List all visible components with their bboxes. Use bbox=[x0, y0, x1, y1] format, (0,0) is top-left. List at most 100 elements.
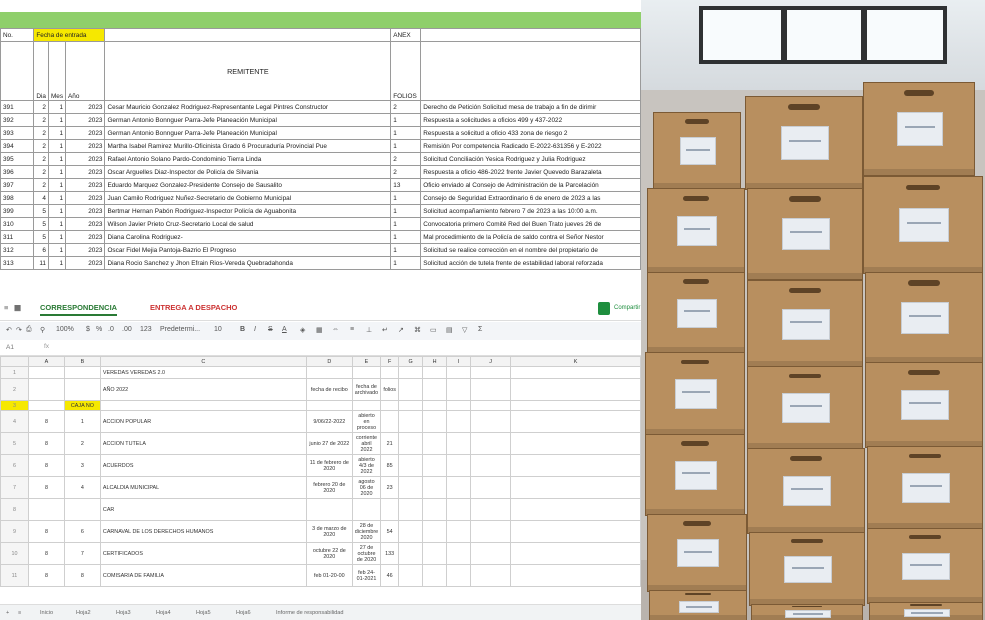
empty-cell[interactable] bbox=[398, 410, 424, 433]
empty-cell[interactable] bbox=[422, 520, 448, 543]
cell-d[interactable]: octubre 22 de 2020 bbox=[305, 542, 353, 565]
empty-cell[interactable] bbox=[422, 432, 448, 455]
col-header-g[interactable]: G bbox=[398, 356, 424, 367]
decrease-decimal-button[interactable]: .0 bbox=[108, 326, 114, 333]
empty-cell[interactable] bbox=[422, 542, 448, 565]
print-icon[interactable]: ⎙ bbox=[26, 326, 32, 334]
align-icon[interactable]: ≡ bbox=[350, 326, 354, 333]
sheet-tab-2[interactable]: Hoja2 bbox=[76, 610, 91, 616]
empty-cell[interactable] bbox=[398, 378, 424, 401]
empty-cell[interactable] bbox=[446, 520, 472, 543]
cell-a[interactable]: 8 bbox=[27, 410, 65, 433]
empty-cell[interactable] bbox=[510, 366, 641, 379]
empty-cell[interactable] bbox=[510, 520, 641, 543]
cell-b[interactable]: 3 bbox=[63, 454, 101, 477]
cell-a[interactable] bbox=[27, 378, 65, 401]
cell-d[interactable]: 3 de marzo de 2020 bbox=[305, 520, 353, 543]
cell-f[interactable] bbox=[380, 400, 400, 411]
col-header-h[interactable]: H bbox=[422, 356, 448, 367]
empty-cell[interactable] bbox=[446, 410, 472, 433]
all-sheets-icon[interactable]: ≡ bbox=[18, 610, 21, 616]
col-header-j[interactable]: J bbox=[470, 356, 512, 367]
cell-f[interactable]: 54 bbox=[380, 520, 400, 543]
percent-button[interactable]: % bbox=[96, 326, 102, 333]
share-button[interactable]: Compartir bbox=[614, 305, 640, 311]
paint-format-icon[interactable]: ⚲ bbox=[40, 326, 45, 334]
add-sheet-icon[interactable]: + bbox=[6, 610, 9, 616]
cell-b[interactable] bbox=[63, 378, 101, 401]
empty-cell[interactable] bbox=[446, 366, 472, 379]
empty-cell[interactable] bbox=[398, 366, 424, 379]
cell-c[interactable]: COMISARIA DE FAMILIA bbox=[99, 564, 307, 587]
sheet-tab-1[interactable]: Inicio bbox=[40, 610, 53, 616]
cell-a[interactable]: 8 bbox=[27, 520, 65, 543]
empty-cell[interactable] bbox=[398, 520, 424, 543]
cell-c[interactable]: AÑO 2022 bbox=[99, 378, 307, 401]
empty-cell[interactable] bbox=[422, 410, 448, 433]
cell-f[interactable] bbox=[380, 498, 400, 521]
empty-cell[interactable] bbox=[470, 432, 512, 455]
comment-icon[interactable]: ▭ bbox=[430, 326, 437, 334]
empty-cell[interactable] bbox=[510, 454, 641, 477]
empty-cell[interactable] bbox=[398, 454, 424, 477]
empty-cell[interactable] bbox=[510, 410, 641, 433]
empty-cell[interactable] bbox=[422, 476, 448, 499]
cell-d[interactable] bbox=[305, 400, 353, 411]
cell-b[interactable]: 1 bbox=[63, 410, 101, 433]
empty-cell[interactable] bbox=[446, 400, 472, 411]
font-select[interactable]: Predetermi... bbox=[160, 326, 200, 333]
cell-e[interactable]: 27 de octubre de 2020 bbox=[351, 542, 382, 565]
wrap-icon[interactable]: ↵ bbox=[382, 326, 388, 334]
cell-a[interactable] bbox=[27, 498, 65, 521]
empty-cell[interactable] bbox=[422, 454, 448, 477]
grid-icon[interactable]: ▦ bbox=[14, 303, 21, 312]
cell-c[interactable]: ACCION POPULAR bbox=[99, 410, 307, 433]
functions-icon[interactable]: Σ bbox=[478, 326, 482, 333]
cell-b[interactable]: 4 bbox=[63, 476, 101, 499]
cell-a[interactable] bbox=[27, 366, 65, 379]
cell-a[interactable]: 8 bbox=[27, 454, 65, 477]
empty-cell[interactable] bbox=[470, 366, 512, 379]
col-header-i[interactable]: I bbox=[446, 356, 472, 367]
cell-d[interactable]: junio 27 de 2022 bbox=[305, 432, 353, 455]
col-header-k[interactable]: K bbox=[510, 356, 641, 367]
cell-f[interactable] bbox=[380, 410, 400, 433]
empty-cell[interactable] bbox=[422, 498, 448, 521]
cell-e[interactable]: agosto 06 de 2020 bbox=[351, 476, 382, 499]
empty-cell[interactable] bbox=[510, 432, 641, 455]
cell-d[interactable]: feb 01-20-00 bbox=[305, 564, 353, 587]
cell-e[interactable]: fecha de archivado bbox=[351, 378, 382, 401]
rotate-icon[interactable]: ↗ bbox=[398, 326, 404, 334]
empty-cell[interactable] bbox=[470, 378, 512, 401]
cell-b[interactable]: 6 bbox=[63, 520, 101, 543]
empty-cell[interactable] bbox=[510, 378, 641, 401]
empty-cell[interactable] bbox=[510, 476, 641, 499]
sheet-tab-5[interactable]: Hoja5 bbox=[196, 610, 211, 616]
cell-a[interactable]: 8 bbox=[27, 432, 65, 455]
cell-c[interactable]: ACCION TUTELA bbox=[99, 432, 307, 455]
sheet-tab-3[interactable]: Hoja3 bbox=[116, 610, 131, 616]
currency-button[interactable]: $ bbox=[86, 326, 90, 333]
empty-cell[interactable] bbox=[470, 498, 512, 521]
empty-cell[interactable] bbox=[470, 520, 512, 543]
italic-button[interactable]: I bbox=[254, 326, 256, 333]
empty-cell[interactable] bbox=[510, 400, 641, 411]
empty-cell[interactable] bbox=[470, 400, 512, 411]
cell-e[interactable]: abierto 4/3 de 2022 bbox=[351, 454, 382, 477]
font-size-select[interactable]: 10 bbox=[214, 326, 222, 333]
cell-e[interactable]: feb 24-01-2021 bbox=[351, 564, 382, 587]
cell-f[interactable]: 46 bbox=[380, 564, 400, 587]
cell-d[interactable] bbox=[305, 498, 353, 521]
empty-cell[interactable] bbox=[470, 542, 512, 565]
cell-d[interactable]: 9/06/22-2022 bbox=[305, 410, 353, 433]
cell-e[interactable]: 28 de diciembre 2020 bbox=[351, 520, 382, 543]
sheet-tab-6[interactable]: Hoja6 bbox=[236, 610, 251, 616]
empty-cell[interactable] bbox=[398, 498, 424, 521]
undo-icon[interactable]: ↶ bbox=[6, 326, 12, 334]
empty-cell[interactable] bbox=[446, 378, 472, 401]
fill-color-icon[interactable]: ◈ bbox=[300, 326, 305, 334]
cell-a[interactable]: 8 bbox=[27, 476, 65, 499]
cell-c[interactable]: ALCALDIA MUNICIPAL bbox=[99, 476, 307, 499]
cell-b[interactable] bbox=[63, 498, 101, 521]
cell-c[interactable]: CARNAVAL DE LOS DERECHOS HUMANOS bbox=[99, 520, 307, 543]
